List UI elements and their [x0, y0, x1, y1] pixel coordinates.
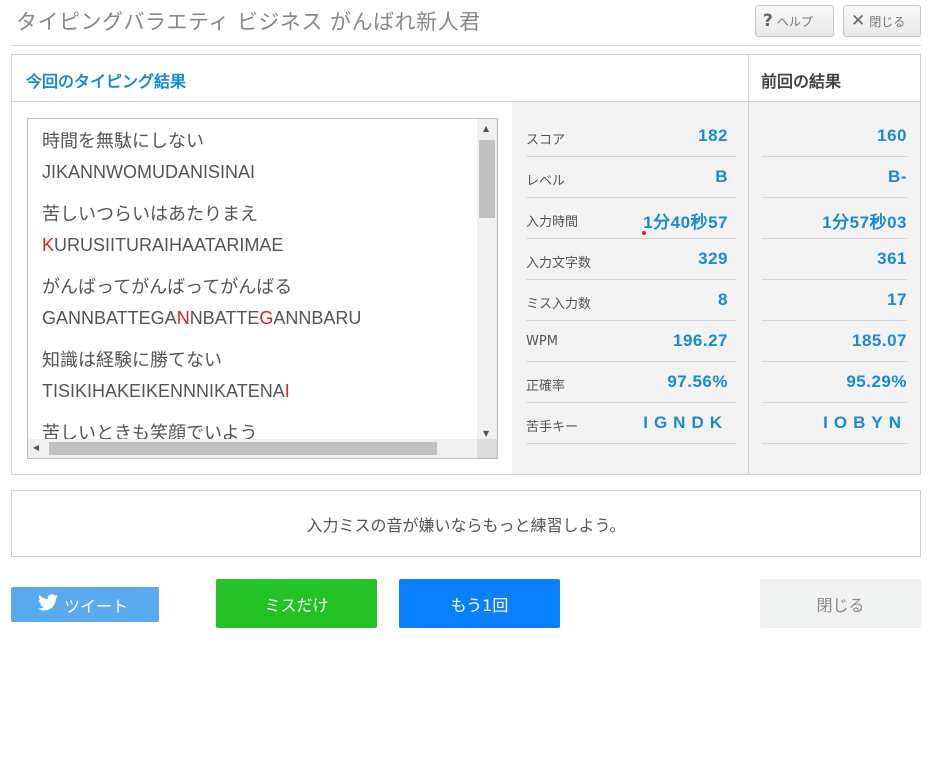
stat-value: 182: [698, 126, 728, 145]
close-top-button[interactable]: ✕ 閉じる: [843, 5, 921, 37]
previous-stat-row: 17: [762, 280, 907, 321]
stat-value: 97.56%: [667, 372, 728, 391]
stat-value: 196.27: [673, 331, 728, 350]
stat-label: スコア: [526, 133, 566, 148]
retry-button[interactable]: もう1回: [399, 579, 560, 628]
previous-stat-value: 17: [887, 290, 907, 309]
current-results-header: 今回のタイピング結果: [12, 55, 748, 102]
stat-label: 苦手キー: [526, 420, 579, 435]
header-divider: [11, 45, 921, 46]
previous-stat-row: IOBYN: [762, 403, 907, 444]
typed-entry: 時間を無駄にしない JIKANNWOMUDANISINAI: [42, 127, 472, 187]
scrollbar-corner: [477, 439, 497, 458]
entry-japanese: 知識は経験に勝てない: [42, 350, 222, 371]
entry-japanese: 時間を無駄にしない: [42, 131, 204, 152]
results-panel: 今回のタイピング結果 前回の結果 時間を無駄にしない JIKANNWOMUDANI…: [11, 54, 921, 475]
previous-stat-row: B-: [762, 157, 907, 198]
typed-text-list: 時間を無駄にしない JIKANNWOMUDANISINAI 苦しいつらいはあたりまえ…: [42, 127, 472, 458]
romaji-segment: NBATTE: [189, 308, 260, 328]
twitter-bird-icon: [38, 594, 58, 615]
previous-stat-value: 95.29%: [846, 372, 907, 391]
entry-romaji: JIKANNWOMUDANISINAI: [42, 157, 472, 187]
previous-stat-row: 361: [762, 239, 907, 280]
stat-value: 329: [698, 249, 728, 268]
stat-label: 入力時間: [526, 215, 579, 230]
vertical-scroll-thumb[interactable]: [479, 140, 495, 218]
vertical-scrollbar[interactable]: ▲ ▼: [477, 119, 497, 441]
previous-stat-value: 361: [877, 249, 907, 268]
stat-row: スコア 182: [526, 116, 736, 157]
stat-value: 1分40秒57: [643, 213, 728, 232]
close-top-label: 閉じる: [869, 14, 906, 29]
romaji-segment: ANNBARU: [273, 308, 362, 328]
scroll-left-icon[interactable]: ◀: [33, 443, 39, 452]
typed-entry: がんばってがんばってがんばる GANNBATTEGANNBATTEGANNBARU: [42, 273, 472, 333]
stat-label: WPM: [526, 334, 558, 349]
stat-row: 入力時間 1分40秒57: [526, 198, 736, 239]
page-title: タイピングバラエティ ビジネス がんばれ新人君: [16, 10, 481, 34]
miss-char: N: [176, 308, 190, 328]
previous-stat-row: 95.29%: [762, 362, 907, 403]
previous-stat-value: 160: [877, 126, 907, 145]
previous-stat-value: 185.07: [852, 331, 907, 350]
stat-value: IGNDK: [643, 413, 728, 432]
stat-row: 入力文字数 329: [526, 239, 736, 280]
stat-row: 正確率 97.56%: [526, 362, 736, 403]
help-button[interactable]: ? ヘルプ: [755, 5, 834, 37]
typed-text-box[interactable]: 時間を無駄にしない JIKANNWOMUDANISINAI 苦しいつらいはあたりまえ…: [27, 118, 498, 459]
current-stats: スコア 182 レベル B 入力時間 1分40秒57 入力文字数 329 ミス入力数 8 WPM 19…: [512, 102, 748, 474]
previous-stats: 160 B- 1分57秒03 361 17 185.07 95.29% IOBYN: [748, 102, 920, 474]
previous-stat-value: 1分57秒03: [822, 213, 907, 232]
scroll-up-icon[interactable]: ▲: [483, 124, 489, 133]
help-label: ヘルプ: [776, 14, 813, 29]
previous-stat-row: 1分57秒03: [762, 198, 907, 239]
typed-entry: 苦しいつらいはあたりまえ KURUSIITURAIHAATARIMAE: [42, 200, 472, 260]
stat-label: レベル: [526, 174, 566, 189]
previous-stat-value: B-: [888, 167, 907, 186]
tweet-label: ツイート: [64, 596, 129, 616]
advice-message: 入力ミスの音が嫌いならもっと練習しよう。: [306, 516, 626, 535]
red-dot-marker: [642, 231, 646, 235]
previous-stat-row: 185.07: [762, 321, 907, 362]
stat-label: 正確率: [526, 379, 566, 394]
miss-char: I: [284, 381, 290, 401]
stat-value: 8: [718, 290, 728, 309]
miss-char: G: [259, 308, 274, 328]
stat-row: WPM 196.27: [526, 321, 736, 362]
current-results-title: 今回のタイピング結果: [26, 72, 187, 91]
entry-romaji: TISIKIHAKEIKENNNIKATENAI: [42, 376, 472, 406]
scroll-down-icon[interactable]: ▼: [483, 429, 489, 438]
close-button[interactable]: 閉じる: [760, 579, 921, 628]
horizontal-scrollbar[interactable]: ◀ ▶: [28, 439, 497, 458]
romaji-segment: JIKANNWOMUDANISINAI: [42, 162, 256, 182]
entry-romaji: KURUSIITURAIHAATARIMAE: [42, 230, 472, 260]
romaji-segment: URUSIITURAIHAATARIMAE: [54, 235, 284, 255]
miss-only-button[interactable]: ミスだけ: [216, 579, 377, 628]
stat-value: B: [715, 167, 728, 186]
stat-row: ミス入力数 8: [526, 280, 736, 321]
x-icon: ✕: [851, 11, 866, 31]
miss-char: K: [42, 235, 55, 255]
stat-label: ミス入力数: [526, 297, 592, 312]
advice-message-box: 入力ミスの音が嫌いならもっと練習しよう。: [11, 490, 921, 557]
tweet-button[interactable]: ツイート: [11, 587, 159, 622]
entry-romaji: GANNBATTEGANNBATTEGANNBARU: [42, 303, 472, 333]
previous-stat-value: IOBYN: [823, 413, 907, 432]
stat-row: レベル B: [526, 157, 736, 198]
previous-results-header: 前回の結果: [748, 55, 920, 102]
previous-stat-row: 160: [762, 116, 907, 157]
stat-row: 苦手キー IGNDK: [526, 403, 736, 444]
horizontal-scroll-thumb[interactable]: [49, 442, 437, 455]
previous-results-title: 前回の結果: [761, 72, 842, 91]
entry-japanese: 苦しいつらいはあたりまえ: [42, 204, 258, 225]
typed-entry: 知識は経験に勝てない TISIKIHAKEIKENNNIKATENAI: [42, 346, 472, 406]
entry-japanese: がんばってがんばってがんばる: [42, 277, 293, 298]
stat-label: 入力文字数: [526, 256, 592, 271]
question-icon: ?: [763, 11, 773, 31]
romaji-segment: GANNBATTEGA: [42, 308, 177, 328]
romaji-segment: TISIKIHAKEIKENNNIKATENA: [42, 381, 285, 401]
